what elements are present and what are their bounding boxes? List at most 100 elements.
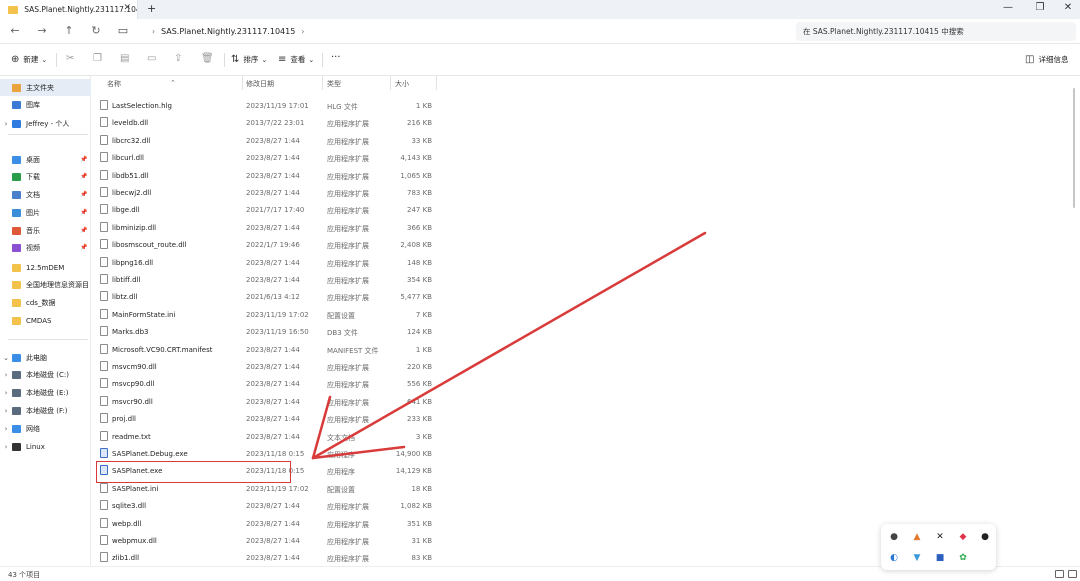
sidebar-item[interactable]: 图片 📌	[0, 204, 91, 221]
table-row[interactable]: Marks.db3 2023/11/19 16:50 DB3 文件 124 KB	[92, 323, 442, 340]
up-arrow-icon[interactable]: ↑	[61, 24, 77, 37]
table-row[interactable]: webpmux.dll 2023/8/27 1:44 应用程序扩展 31 KB	[92, 532, 442, 549]
table-row[interactable]: libcurl.dll 2023/8/27 1:44 应用程序扩展 4,143 KB	[92, 149, 442, 166]
table-row[interactable]: Microsoft.VC90.CRT.manifest 2023/8/27 1:4…	[92, 341, 442, 358]
sidebar-item[interactable]: 全国地理信息资源目	[0, 276, 91, 293]
table-row[interactable]: libosmscout_route.dll 2022/1/7 19:46 应用程序扩…	[92, 236, 442, 253]
column-date[interactable]: 修改日期	[246, 79, 274, 89]
address-bar[interactable]: › SAS.Planet.Nightly.231117.10415 ›	[138, 22, 788, 41]
pin-icon: 📌	[80, 209, 88, 216]
pictures-icon	[12, 208, 21, 217]
column-name[interactable]: 名称	[107, 79, 121, 89]
copy-icon[interactable]: ❐	[93, 53, 102, 64]
table-row[interactable]: proj.dll 2023/8/27 1:44 应用程序扩展 233 KB	[92, 410, 442, 427]
table-row[interactable]: msvcp90.dll 2023/8/27 1:44 应用程序扩展 556 KB	[92, 375, 442, 392]
new-tab-button[interactable]: +	[147, 2, 156, 15]
chevron-icon[interactable]: ⌄	[0, 354, 12, 362]
chevron-icon[interactable]: ›	[0, 371, 12, 379]
table-row[interactable]: libtiff.dll 2023/8/27 1:44 应用程序扩展 354 KB	[92, 271, 442, 288]
table-row[interactable]: webp.dll 2023/8/27 1:44 应用程序扩展 351 KB	[92, 515, 442, 532]
details-pane-button[interactable]: ◫ 详细信息	[1025, 54, 1068, 65]
chevron-icon[interactable]: ›	[0, 389, 12, 397]
cell-name: libcrc32.dll	[112, 136, 151, 145]
cell-date: 2021/7/17 17:40	[246, 206, 305, 215]
rename-icon[interactable]: ▭	[147, 53, 156, 64]
back-arrow-icon[interactable]: ←	[7, 24, 23, 37]
forward-arrow-icon[interactable]: →	[34, 24, 50, 37]
cell-type: 应用程序	[327, 468, 355, 477]
maximize-button[interactable]: ❐	[1032, 2, 1048, 13]
sidebar-item[interactable]: › 本地磁盘 (E:)	[0, 384, 91, 401]
sidebar-item[interactable]: › Jeffrey - 个人	[0, 115, 91, 132]
sidebar-item[interactable]: 下载 📌	[0, 168, 91, 185]
sidebar-item[interactable]: 桌面 📌	[0, 151, 91, 168]
table-row[interactable]: msvcm90.dll 2023/8/27 1:44 应用程序扩展 220 KB	[92, 358, 442, 375]
sidebar-item[interactable]: 文档 📌	[0, 186, 91, 203]
chevron-icon[interactable]: ›	[0, 425, 12, 433]
table-row[interactable]: msvcr90.dll 2023/8/27 1:44 应用程序扩展 641 KB	[92, 393, 442, 410]
table-row[interactable]: MainFormState.ini 2023/11/19 17:02 配置设置 7 K…	[92, 306, 442, 323]
more-options-button[interactable]: ···	[331, 52, 341, 63]
column-size[interactable]: 大小	[395, 79, 409, 89]
paste-icon[interactable]: ▤	[120, 53, 129, 64]
this-pc-nav-icon[interactable]: ▭	[115, 24, 131, 37]
sidebar-item[interactable]: › 本地磁盘 (C:)	[0, 366, 91, 383]
sidebar-item[interactable]: 主文件夹	[0, 79, 91, 96]
tray-app-icon[interactable]: ✿	[958, 553, 968, 563]
table-row[interactable]: libtz.dll 2021/6/13 4:12 应用程序扩展 5,477 KB	[92, 288, 442, 305]
chevron-icon[interactable]: ›	[0, 407, 12, 415]
scrollbar-thumb[interactable]	[1073, 88, 1075, 208]
chevron-icon[interactable]: ›	[0, 443, 12, 451]
minimize-button[interactable]: —	[1000, 2, 1016, 13]
sidebar-item[interactable]: CMDAS	[0, 312, 91, 329]
table-row[interactable]: zlib1.dll 2023/8/27 1:44 应用程序扩展 83 KB	[92, 549, 442, 566]
table-row[interactable]: libcrc32.dll 2023/8/27 1:44 应用程序扩展 33 KB	[92, 132, 442, 149]
sidebar-item[interactable]: 视频 📌	[0, 239, 91, 256]
tab-current[interactable]: SAS.Planet.Nightly.231117.1041 ✕	[0, 0, 138, 19]
search-input[interactable]: 在 SAS.Planet.Nightly.231117.10415 中搜索	[796, 22, 1076, 41]
sidebar-item[interactable]: 图库	[0, 96, 91, 113]
tray-app-icon[interactable]: ◆	[958, 532, 968, 542]
close-window-button[interactable]: ✕	[1060, 2, 1076, 13]
sidebar-item[interactable]: › 本地磁盘 (F:)	[0, 402, 91, 419]
column-divider	[436, 76, 437, 90]
column-type[interactable]: 类型	[327, 79, 341, 89]
table-row[interactable]: SASPlanet.Debug.exe 2023/11/18 0:15 应用程序 14…	[92, 445, 442, 462]
tray-app-icon[interactable]: ▲	[912, 532, 922, 542]
table-row[interactable]: libpng16.dll 2023/8/27 1:44 应用程序扩展 148 KB	[92, 254, 442, 271]
sidebar-item[interactable]: › Linux	[0, 438, 91, 455]
new-button[interactable]: ⊕ 新建 ⌄	[11, 54, 51, 65]
sidebar-item[interactable]: ⌄ 此电脑	[0, 349, 91, 366]
tray-app-icon[interactable]: ●	[980, 532, 990, 542]
tab-close-icon[interactable]: ✕	[123, 3, 131, 13]
folder-icon	[8, 5, 19, 14]
sidebar-item[interactable]: 音乐 📌	[0, 222, 91, 239]
refresh-icon[interactable]: ↻	[88, 24, 104, 37]
share-icon[interactable]: ⇪	[174, 53, 182, 64]
chevron-icon[interactable]: ›	[0, 120, 12, 128]
view-button[interactable]: ≡ 查看 ⌄	[278, 54, 318, 65]
tray-app-icon[interactable]: ■	[935, 553, 945, 563]
sort-button[interactable]: ⇅ 排序 ⌄	[231, 54, 271, 65]
tray-app-icon[interactable]: ●	[889, 532, 899, 542]
cut-icon[interactable]: ✂	[66, 53, 74, 64]
sidebar-item[interactable]: › 网络	[0, 420, 91, 437]
tray-app-icon[interactable]: ◐	[889, 553, 899, 563]
tray-app-icon[interactable]: ✕	[935, 532, 945, 542]
tray-app-icon[interactable]: ▼	[912, 553, 922, 563]
vertical-scrollbar[interactable]	[1072, 78, 1076, 563]
sidebar-item[interactable]: cds_数据	[0, 294, 91, 311]
cell-name: Microsoft.VC90.CRT.manifest	[112, 345, 213, 354]
sidebar-item[interactable]: 12.5mDEM	[0, 259, 91, 276]
table-row[interactable]: LastSelection.hlg 2023/11/19 17:01 HLG 文件 1…	[92, 97, 442, 114]
table-row[interactable]: sqlite3.dll 2023/8/27 1:44 应用程序扩展 1,082 KB	[92, 497, 442, 514]
table-row[interactable]: libge.dll 2021/7/17 17:40 应用程序扩展 247 KB	[92, 201, 442, 218]
delete-icon[interactable]: 🗑	[201, 53, 214, 64]
table-row[interactable]: libminizip.dll 2023/8/27 1:44 应用程序扩展 366 KB	[92, 219, 442, 236]
table-row[interactable]: readme.txt 2023/8/27 1:44 文本文档 3 KB	[92, 428, 442, 445]
tiles-view-icon[interactable]	[1068, 570, 1077, 578]
table-row[interactable]: leveldb.dll 2013/7/22 23:01 应用程序扩展 216 KB	[92, 114, 442, 131]
table-row[interactable]: libecwj2.dll 2023/8/27 1:44 应用程序扩展 783 KB	[92, 184, 442, 201]
table-row[interactable]: libdb51.dll 2023/8/27 1:44 应用程序扩展 1,065 KB	[92, 167, 442, 184]
details-view-icon[interactable]	[1055, 570, 1064, 578]
